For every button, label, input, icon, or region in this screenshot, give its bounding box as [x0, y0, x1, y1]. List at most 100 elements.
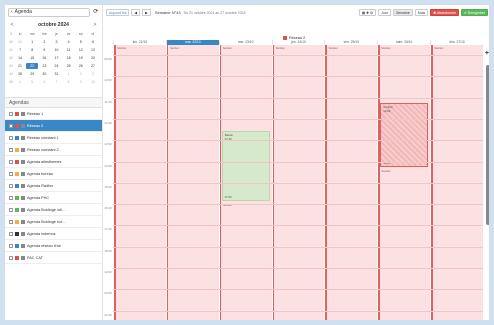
mini-day[interactable]: 5: [26, 79, 38, 85]
column-label: Sanitec: [381, 46, 391, 50]
scrollbar[interactable]: [486, 65, 489, 225]
mini-day[interactable]: 23: [38, 63, 50, 69]
mini-day[interactable]: 24: [50, 63, 62, 69]
mini-day[interactable]: 18: [63, 55, 75, 61]
agenda-checkbox[interactable]: [9, 207, 13, 212]
agenda-item[interactable]: Agenda bureau: [5, 168, 102, 180]
agenda-checkbox[interactable]: [9, 255, 13, 260]
agenda-item[interactable]: PAC CAT: [5, 252, 102, 264]
mini-day[interactable]: 3: [87, 71, 99, 77]
today-button[interactable]: Aujourd'hui: [106, 8, 130, 16]
mini-day[interactable]: 14: [14, 55, 26, 61]
agenda-item[interactable]: Agenda indemos: [5, 228, 102, 240]
agenda-selector[interactable]: ‹ Agenda: [8, 7, 90, 17]
agenda-checkbox[interactable]: [9, 219, 13, 224]
mini-day[interactable]: 1: [26, 39, 38, 45]
event-hatched[interactable]: Contrôl 14:00 16:00: [380, 103, 429, 167]
mini-day[interactable]: 2: [75, 71, 87, 77]
mini-day[interactable]: 15: [26, 55, 38, 61]
mini-day[interactable]: 6: [38, 79, 50, 85]
agenda-checkbox[interactable]: [9, 111, 13, 116]
agenda-color-swatch: [15, 183, 19, 188]
mini-day[interactable]: 13: [87, 47, 99, 53]
hour-label: 14:00: [104, 163, 112, 168]
mini-day[interactable]: 5: [75, 39, 87, 45]
mini-day[interactable]: 11: [63, 47, 75, 53]
mini-day[interactable]: 22: [26, 63, 39, 69]
agenda-type-swatch: [21, 195, 25, 200]
agenda-checkbox[interactable]: [9, 123, 13, 128]
view-week-button[interactable]: Semaine: [392, 8, 413, 16]
agenda-item[interactable]: Réseau constant 1: [5, 132, 102, 144]
mini-day[interactable]: 9: [75, 79, 87, 85]
mini-next-button[interactable]: >: [91, 22, 99, 28]
agenda-item-label: Réseau 2: [27, 123, 44, 128]
mini-day[interactable]: 28: [14, 71, 26, 77]
agenda-checkbox[interactable]: [9, 183, 13, 188]
agenda-checkbox[interactable]: [9, 135, 13, 140]
agenda-item-label: Agenda réseau d'air: [27, 243, 61, 248]
agenda-item[interactable]: Réseau 1: [5, 108, 102, 120]
mini-day[interactable]: 4: [63, 39, 75, 45]
prev-week-button[interactable]: ◀: [131, 8, 141, 16]
app-window: ‹ Agenda ⟳ < octobre 2024 > Slu ma me je ve s…: [4, 4, 490, 321]
mini-day[interactable]: 30: [38, 71, 50, 77]
mini-day[interactable]: 8: [26, 47, 38, 53]
hour-label: 18:00: [104, 248, 112, 253]
mini-day[interactable]: 9: [38, 47, 50, 53]
mini-day[interactable]: 31: [50, 71, 62, 77]
mini-prev-button[interactable]: <: [8, 22, 16, 28]
hour-line: [113, 268, 483, 270]
mini-day[interactable]: 26: [75, 63, 87, 69]
mini-day[interactable]: 20: [87, 55, 99, 61]
hour-label: 17:00: [104, 227, 112, 232]
agenda-checkbox[interactable]: [9, 147, 13, 152]
event-green[interactable]: Bassin 07:30 07:00: [221, 131, 270, 201]
view-month-button[interactable]: Mois: [414, 8, 429, 16]
mini-day[interactable]: 27: [87, 63, 99, 69]
abort-button[interactable]: ✖ Abandonner: [430, 8, 459, 16]
refresh-icon[interactable]: ⟳: [93, 8, 99, 17]
agenda-item[interactable]: Agenda PHC: [5, 192, 102, 204]
mini-day[interactable]: 1: [63, 71, 75, 77]
column-label: Sanitec: [328, 46, 338, 50]
hour-line: [113, 204, 483, 206]
mini-day[interactable]: 12: [75, 47, 87, 53]
back-icon[interactable]: ‹: [11, 9, 13, 15]
agenda-item[interactable]: Réseau 2: [5, 120, 102, 132]
mini-day[interactable]: 30: [14, 39, 26, 45]
mini-day[interactable]: 6: [87, 39, 99, 45]
view-day-button[interactable]: Jour: [378, 8, 391, 16]
left-panel: ‹ Agenda ⟳ < octobre 2024 > Slu ma me je ve s…: [5, 5, 103, 320]
mini-day[interactable]: 25: [63, 63, 75, 69]
mini-weekday-header: je: [55, 32, 58, 36]
mini-day[interactable]: 10: [50, 47, 62, 53]
view-controls[interactable]: ▦ ✚ ⚙: [358, 8, 377, 16]
agenda-item[interactable]: Agenda réseau d'air: [5, 240, 102, 252]
mini-day[interactable]: 3: [50, 39, 62, 45]
mini-day[interactable]: 8: [63, 79, 75, 85]
add-event-icon[interactable]: +: [485, 50, 489, 57]
mini-day[interactable]: 17: [50, 55, 62, 61]
mini-day[interactable]: 29: [26, 71, 38, 77]
agenda-checkbox[interactable]: [9, 159, 13, 164]
mini-day[interactable]: 19: [75, 55, 87, 61]
mini-day[interactable]: 21: [14, 63, 26, 69]
mini-day[interactable]: 7: [50, 79, 62, 85]
mini-day[interactable]: 10: [87, 79, 99, 85]
mini-day[interactable]: 7: [14, 47, 26, 53]
agenda-item[interactable]: Agenda allesthemes: [5, 156, 102, 168]
mini-day[interactable]: 4: [14, 79, 26, 85]
save-button[interactable]: ✔ Enregistrer: [460, 8, 488, 16]
mini-day[interactable]: 16: [38, 55, 50, 61]
next-week-button[interactable]: ▶: [142, 8, 151, 16]
agenda-item[interactable]: Agenda Boldinge intl…: [5, 204, 102, 216]
agenda-checkbox[interactable]: [9, 231, 13, 236]
agenda-item[interactable]: Réseau constant 2: [5, 144, 102, 156]
agenda-checkbox[interactable]: [9, 171, 13, 176]
agenda-item[interactable]: Agenda Boldinge ecf…: [5, 216, 102, 228]
agenda-checkbox[interactable]: [9, 195, 13, 200]
agenda-checkbox[interactable]: [9, 243, 13, 248]
mini-day[interactable]: 2: [38, 39, 50, 45]
agenda-item[interactable]: Agenda Radfox: [5, 180, 102, 192]
